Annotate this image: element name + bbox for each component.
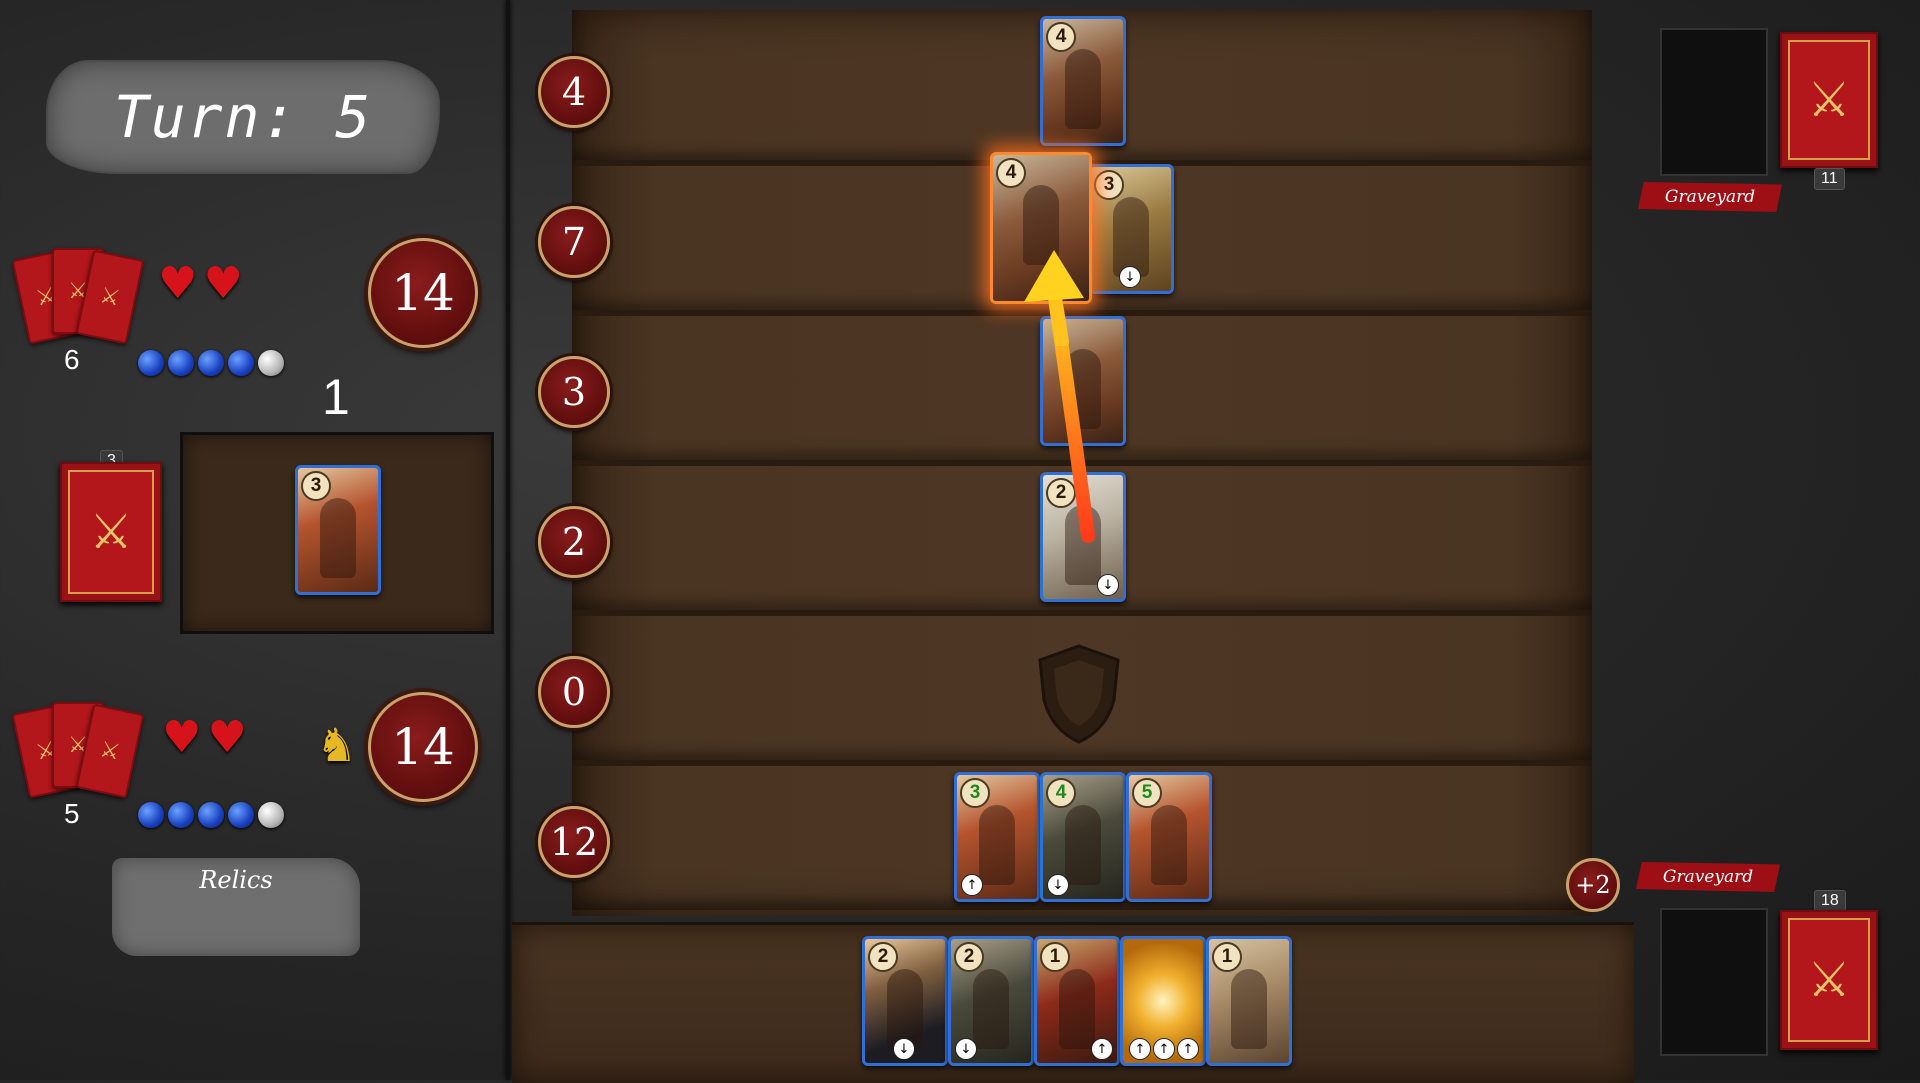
crossed-swords-icon: ⚔: [89, 504, 133, 560]
opponent-graveyard-slot[interactable]: [1660, 28, 1768, 176]
board-card-roman[interactable]: 3 ↑: [954, 772, 1040, 902]
player-hand-stack[interactable]: ⚔ ⚔ ⚔: [11, 700, 145, 799]
crossed-swords-icon: ⚔: [1807, 72, 1851, 128]
bonus-indicator: +2: [1566, 858, 1620, 912]
opponent-hearts: ♥ ♥: [158, 258, 249, 309]
card-cost: 2: [868, 942, 898, 972]
play-area-label: 1: [322, 369, 350, 425]
card-cost: 5: [1132, 778, 1162, 808]
turn-indicator: Turn: 5: [48, 62, 438, 172]
hand-card-4[interactable]: ↑ ↑ ↑: [1120, 936, 1206, 1066]
card-cost: 2: [954, 942, 984, 972]
up-arrow-icon: ↑: [1091, 1038, 1113, 1060]
card-cost: 4: [1046, 22, 1076, 52]
card-cost: 3: [960, 778, 990, 808]
mana-orb-icon: [198, 802, 224, 828]
mana-orb-icon: [138, 802, 164, 828]
board-card-brute[interactable]: 4: [1040, 16, 1126, 146]
lane-value-3: 3: [538, 356, 610, 428]
heart-icon: ♥: [162, 712, 202, 763]
mana-orb-empty-icon: [258, 802, 284, 828]
lane-value-1: 4: [538, 56, 610, 128]
opponent-hand-stack[interactable]: ⚔ ⚔ ⚔: [11, 246, 145, 345]
down-arrow-icon: ↓: [893, 1038, 915, 1060]
mana-orb-icon: [198, 350, 224, 376]
lane-value-6: 12: [538, 806, 610, 878]
selected-card-brute[interactable]: 4: [990, 152, 1092, 304]
opponent-graveyard-label: Graveyard: [1638, 182, 1782, 212]
player-hearts: ♥ ♥: [162, 712, 253, 763]
heart-icon: ♥: [158, 258, 198, 309]
board-card-roman-2[interactable]: 5: [1126, 772, 1212, 902]
hand-card-2[interactable]: 2 ↓: [948, 936, 1034, 1066]
crossed-swords-icon: ⚔: [1807, 952, 1851, 1008]
knight-icon[interactable]: ♞: [316, 718, 357, 772]
play-slot-card[interactable]: 3: [295, 465, 381, 595]
player-hand-count: 5: [64, 798, 80, 829]
card-cost: 4: [996, 158, 1026, 188]
down-arrow-icon: ↓: [955, 1038, 977, 1060]
lane-value-5: 0: [538, 656, 610, 728]
play-slot[interactable]: 3: [180, 432, 494, 634]
card-cost: 1: [1212, 942, 1242, 972]
play-deck[interactable]: ⚔: [60, 462, 162, 602]
relics-label: Relics: [199, 866, 273, 894]
lane-value-4: 2: [538, 506, 610, 578]
opponent-deck-count: 11: [1814, 168, 1845, 190]
up-arrow-icon: ↑: [1153, 1038, 1175, 1060]
player-mana: [138, 802, 284, 828]
player-deck-count: 18: [1814, 890, 1846, 912]
card-cost: 1: [1040, 942, 1070, 972]
mana-orb-icon: [138, 350, 164, 376]
lane-value-2: 7: [538, 206, 610, 278]
relics-panel[interactable]: Relics: [112, 858, 360, 956]
hand-card-3[interactable]: 1 ↑: [1034, 936, 1120, 1066]
mana-orb-icon: [228, 802, 254, 828]
heart-icon: ♥: [207, 712, 247, 763]
up-arrow-icon: ↑: [961, 874, 983, 896]
card-cost: 3: [1094, 170, 1124, 200]
opponent-deck[interactable]: ⚔: [1780, 32, 1878, 168]
opponent-health: 14: [368, 238, 478, 348]
hand-card-1[interactable]: 2 ↓: [862, 936, 948, 1066]
panel-divider: [506, 0, 510, 1080]
card-cost: 3: [301, 471, 331, 501]
opponent-mana: [138, 350, 284, 376]
mana-orb-empty-icon: [258, 350, 284, 376]
mana-orb-icon: [228, 350, 254, 376]
mana-orb-icon: [168, 350, 194, 376]
up-arrow-icon: ↑: [1177, 1038, 1199, 1060]
player-health: 14: [368, 692, 478, 802]
mana-orb-icon: [168, 802, 194, 828]
shield-icon: [1038, 644, 1120, 744]
player-graveyard-label: Graveyard: [1636, 862, 1780, 892]
lane-5[interactable]: [572, 610, 1592, 766]
player-graveyard-slot[interactable]: [1660, 908, 1768, 1056]
hand-card-5[interactable]: 1: [1206, 936, 1292, 1066]
board-card-archer[interactable]: 4 ↓: [1040, 772, 1126, 902]
opponent-hand-count: 6: [64, 344, 80, 375]
down-arrow-icon: ↓: [1047, 874, 1069, 896]
up-arrow-icon: ↑: [1129, 1038, 1151, 1060]
down-arrow-icon: ↓: [1097, 574, 1119, 596]
heart-icon: ♥: [203, 258, 243, 309]
card-cost: 4: [1046, 778, 1076, 808]
player-deck[interactable]: ⚔: [1780, 910, 1878, 1050]
